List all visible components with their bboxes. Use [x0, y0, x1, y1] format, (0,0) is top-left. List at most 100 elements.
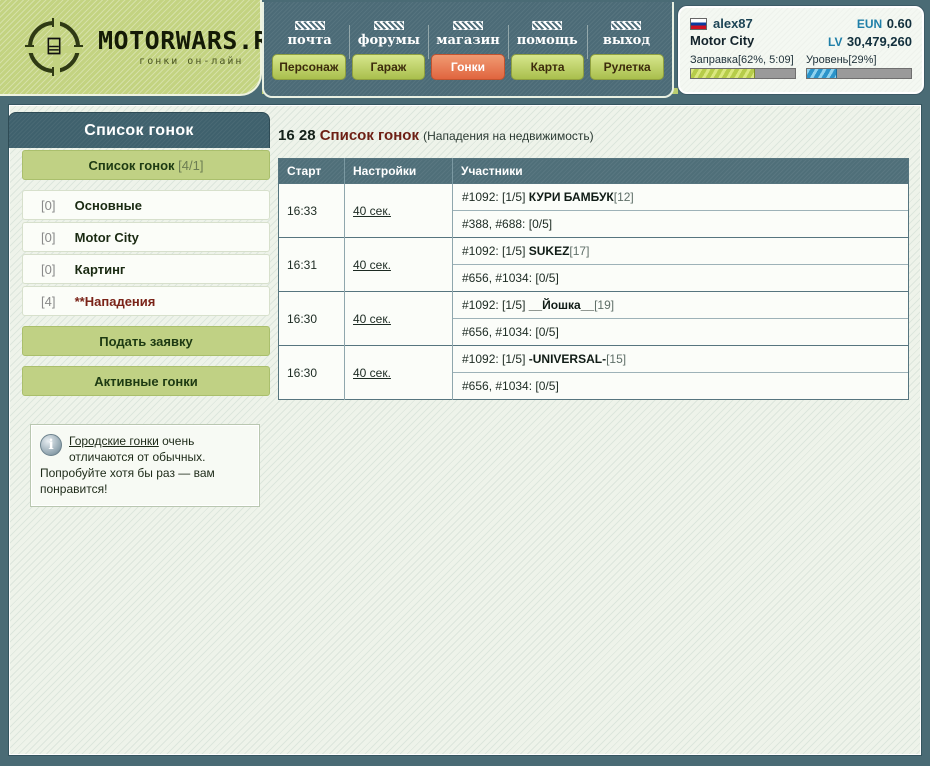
participant-name[interactable]: SUKEZ — [529, 244, 570, 258]
participant-name[interactable]: __Йошка__ — [529, 298, 594, 312]
race-settings-link[interactable]: 40 сек. — [353, 204, 391, 218]
race-settings: 40 сек. — [344, 237, 453, 292]
participant-line: #656, #1034: [0/5] — [453, 265, 908, 291]
participant-level: [17] — [569, 244, 590, 258]
active-races-button[interactable]: Активные гонки — [22, 366, 270, 396]
participant-level: [12] — [613, 190, 634, 204]
participant-slots: [1/5] — [502, 298, 526, 312]
race-participants: #1092: [1/5] __Йошка__[19] #656, #1034: … — [452, 291, 909, 346]
table-row: 16:30 40 сек. #1092: [1/5] __Йошка__[19]… — [278, 291, 909, 346]
participant-line: #656, #1034: [0/5] — [453, 373, 908, 399]
checkered-flag-icon — [532, 21, 563, 30]
toplink-magazin[interactable]: магазин — [428, 21, 507, 59]
race-start-time: 16:33 — [278, 183, 345, 238]
fuel-label: Заправка[62%, 5:09] — [690, 54, 794, 66]
sidebar-item-karting[interactable]: [0] Картинг — [22, 254, 270, 284]
tab-personazh[interactable]: Персонаж — [272, 54, 346, 80]
sidebar-item-osnovnye[interactable]: [0] Основные — [22, 190, 270, 220]
sidebar-race-list-label: Список гонок — [88, 158, 175, 173]
table-row: 16:30 40 сек. #1092: [1/5] -UNIVERSAL-[1… — [278, 345, 909, 400]
page-title: 16 28 Список гонок (Нападения на недвижи… — [278, 126, 914, 146]
table-header-row: Старт Настройки Участники — [278, 158, 909, 184]
sidebar-header: Список гонок — [8, 112, 270, 148]
user-status-panel: alex87 Motor City EUN 0.60 LV 30,479,260 — [678, 6, 924, 94]
tab-gonki[interactable]: Гонки — [431, 54, 505, 80]
participant-ids: #1092: — [462, 244, 499, 258]
user-city: Motor City — [690, 33, 755, 48]
race-settings: 40 сек. — [344, 183, 453, 238]
user-name[interactable]: alex87 — [713, 15, 753, 32]
toplink-vyhod[interactable]: выход — [586, 21, 666, 59]
page-title-subtitle: (Нападения на недвижимость) — [423, 129, 594, 143]
main-content: 16 28 Список гонок (Нападения на недвижи… — [278, 126, 914, 400]
participant-name[interactable]: -UNIVERSAL- — [529, 352, 606, 366]
sidebar-item-count: [0] — [41, 262, 56, 277]
toplink-pochta[interactable]: почта — [270, 21, 349, 50]
info-icon: i — [40, 434, 62, 456]
column-header-start: Старт — [278, 158, 345, 184]
sidebar-item-napadeniya[interactable]: [4] **Нападения — [22, 286, 270, 316]
participant-slots: [0/5] — [535, 325, 559, 339]
race-settings-link[interactable]: 40 сек. — [353, 312, 391, 326]
toplink-pomosch[interactable]: помощь — [507, 21, 587, 59]
sidebar-item-label: **Нападения — [74, 294, 156, 309]
race-start-time: 16:30 — [278, 345, 345, 400]
table-row: 16:31 40 сек. #1092: [1/5] SUKEZ[17] #65… — [278, 237, 909, 292]
toplink-label: почта — [287, 33, 332, 48]
participant-ids: #388, #688: — [462, 217, 526, 231]
city-races-link[interactable]: Городские гонки — [69, 434, 159, 448]
sidebar-item-motor-city[interactable]: [0] Motor City — [22, 222, 270, 252]
race-settings-link[interactable]: 40 сек. — [353, 366, 391, 380]
sidebar: Список гонок [4/1] [0] Основные [0] Moto… — [22, 150, 270, 406]
race-settings: 40 сек. — [344, 291, 453, 346]
top-links-row: почта форумы магазин помощь выход — [264, 2, 672, 59]
participant-line: #656, #1034: [0/5] — [453, 319, 908, 345]
logo-panel[interactable]: ⌸ MOTORWARS.RU гонки он-лайн — [0, 0, 284, 96]
participant-slots: [0/5] — [535, 379, 559, 393]
participant-slots: [1/5] — [502, 190, 526, 204]
races-table: Старт Настройки Участники 16:33 40 сек. … — [278, 158, 909, 400]
tab-karta[interactable]: Карта — [510, 54, 585, 80]
participant-line: #1092: [1/5] -UNIVERSAL-[15] — [453, 346, 908, 373]
participant-level: [15] — [606, 352, 627, 366]
participant-line: #1092: [1/5] __Йошка__[19] — [453, 292, 908, 319]
checkered-flag-icon — [453, 21, 483, 30]
tab-garazh[interactable]: Гараж — [351, 54, 426, 80]
brand-title: MOTORWARS.RU — [98, 26, 285, 55]
table-row: 16:33 40 сек. #1092: [1/5] КУРИ БАМБУК[1… — [278, 183, 909, 238]
ru-flag-icon — [690, 17, 707, 30]
brand-subtitle: гонки он-лайн — [139, 56, 244, 67]
logo-monogram: ⌸ — [47, 34, 61, 60]
info-box: i Городские гонки очень отличаются от об… — [30, 424, 260, 507]
page-root: ⌸ MOTORWARS.RU гонки он-лайн почта форум… — [0, 0, 930, 766]
level-progress-bar — [806, 68, 912, 79]
race-settings-link[interactable]: 40 сек. — [353, 258, 391, 272]
tab-ruletka[interactable]: Рулетка — [590, 54, 664, 80]
participant-ids: #656, #1034: — [462, 271, 533, 285]
fuel-block: Заправка[62%, 5:09] — [690, 54, 796, 79]
race-participants: #1092: [1/5] КУРИ БАМБУК[12] #388, #688:… — [452, 183, 909, 238]
toplink-label: магазин — [436, 33, 500, 48]
participant-ids: #656, #1034: — [462, 325, 533, 339]
participant-name[interactable]: КУРИ БАМБУК — [529, 190, 614, 204]
race-participants: #1092: [1/5] SUKEZ[17] #656, #1034: [0/5… — [452, 237, 909, 292]
column-header-participants: Участники — [452, 158, 909, 184]
tab-row: Персонаж Гараж Гонки Карта Рулетка — [264, 54, 672, 86]
level-label: Уровень[29%] — [806, 54, 877, 66]
participant-line: #388, #688: [0/5] — [453, 211, 908, 237]
sidebar-item-label: Motor City — [74, 230, 139, 245]
eun-label: EUN — [856, 17, 883, 31]
sidebar-race-list-button[interactable]: Список гонок [4/1] — [22, 150, 270, 180]
sidebar-item-count: [0] — [41, 230, 56, 245]
crosshair-logo-icon: ⌸ — [25, 18, 83, 76]
participant-ids: #1092: — [462, 298, 499, 312]
toplink-label: помощь — [516, 33, 578, 48]
site-header: ⌸ MOTORWARS.RU гонки он-лайн почта форум… — [0, 0, 930, 100]
toplink-forumy[interactable]: форумы — [349, 21, 428, 59]
participant-slots: [0/5] — [528, 217, 553, 231]
fuel-progress-bar — [690, 68, 796, 79]
participant-ids: #1092: — [462, 352, 499, 366]
race-start-time: 16:30 — [278, 291, 345, 346]
submit-application-button[interactable]: Подать заявку — [22, 326, 270, 356]
toplink-label: выход — [602, 33, 650, 48]
